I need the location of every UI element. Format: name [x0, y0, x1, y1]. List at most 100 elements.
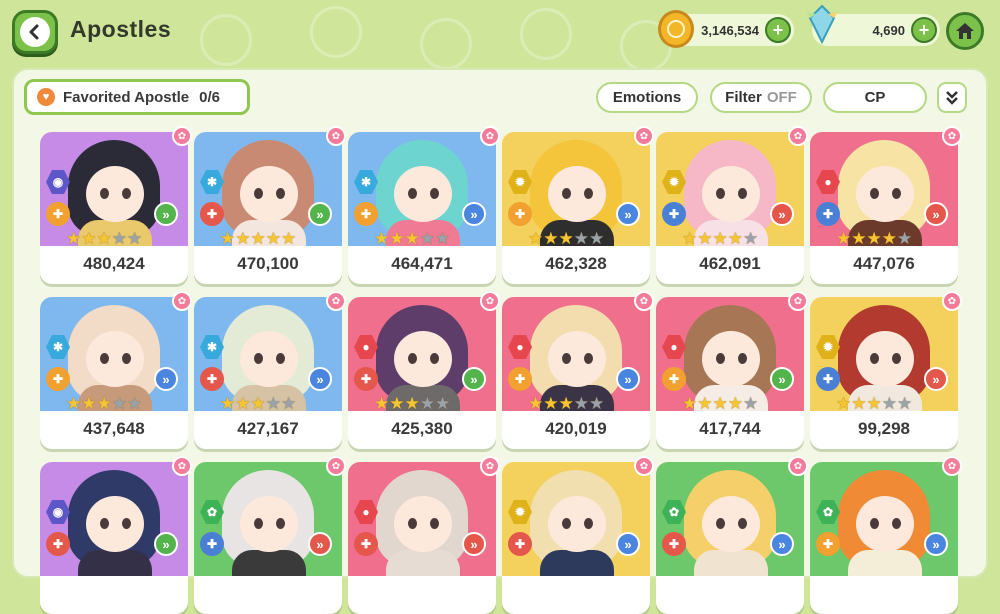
- position-icon: »: [154, 367, 178, 391]
- favorite-flower-icon[interactable]: ✿: [326, 456, 346, 476]
- class-icon: ✚: [816, 367, 840, 391]
- apostle-card[interactable]: ✱ ✚» ✿ ★ ★ ★ ★ ★ 464,471: [348, 126, 500, 284]
- favorited-apostle-button[interactable]: ♥ Favorited Apostle 0/6: [24, 79, 250, 115]
- favorite-flower-icon[interactable]: ✿: [326, 291, 346, 311]
- star-empty-icon: ★: [281, 394, 297, 413]
- apostle-card[interactable]: ✱ ✚» ✿ ★ ★ ★ ★ ★ 437,648: [40, 291, 192, 449]
- apostle-card[interactable]: ✹ ✚» ✿ ★ ★ ★ ★ ★ 99,298: [810, 291, 962, 449]
- favorite-flower-icon[interactable]: ✿: [172, 456, 192, 476]
- home-icon: [956, 23, 974, 39]
- star-filled-icon: ★: [836, 229, 852, 248]
- class-icon: ✚: [354, 202, 378, 226]
- class-icon: ✚: [816, 532, 840, 556]
- star-filled-icon: ★: [528, 394, 544, 413]
- position-icon: »: [770, 202, 794, 226]
- star-filled-icon: ★: [558, 229, 574, 248]
- favorite-flower-icon[interactable]: ✿: [788, 126, 808, 146]
- class-icon: ✚: [662, 202, 686, 226]
- crystal-currency: 4,690 +: [806, 4, 940, 46]
- class-icon: ✚: [46, 532, 70, 556]
- sort-label: CP: [864, 89, 886, 106]
- sort-cp-button[interactable]: CP: [823, 82, 927, 113]
- home-button[interactable]: [946, 12, 984, 50]
- favorite-flower-icon[interactable]: ✿: [942, 456, 962, 476]
- apostle-card[interactable]: ✹ ✚» ✿: [502, 456, 654, 614]
- apostle-card[interactable]: ✿ ✚» ✿: [810, 456, 962, 614]
- apostle-card[interactable]: ◉ ✚» ✿: [40, 456, 192, 614]
- add-gold-button[interactable]: +: [765, 17, 791, 43]
- position-icon: »: [770, 367, 794, 391]
- star-rating: ★ ★ ★ ★ ★: [528, 395, 604, 412]
- favorite-flower-icon[interactable]: ✿: [942, 126, 962, 146]
- filter-button[interactable]: Filter OFF: [710, 82, 812, 113]
- apostle-card[interactable]: ✱ ✚» ✿ ★ ★ ★ ★ ★ 470,100: [194, 126, 346, 284]
- favorite-flower-icon[interactable]: ✿: [172, 291, 192, 311]
- apostle-card[interactable]: ● ✚» ✿: [348, 456, 500, 614]
- star-filled-icon: ★: [66, 229, 82, 248]
- apostle-card[interactable]: ◉ ✚» ✿ ★ ★ ★ ★ ★ 480,424: [40, 126, 192, 284]
- favorite-flower-icon[interactable]: ✿: [326, 126, 346, 146]
- star-empty-icon: ★: [435, 394, 451, 413]
- back-arrow-icon: [20, 17, 50, 47]
- favorite-flower-icon[interactable]: ✿: [634, 291, 654, 311]
- combat-power: [194, 576, 342, 614]
- favorite-flower-icon[interactable]: ✿: [480, 291, 500, 311]
- star-empty-icon: ★: [743, 394, 759, 413]
- class-icon: ✚: [508, 367, 532, 391]
- apostle-card[interactable]: ● ✚» ✿ ★ ★ ★ ★ ★ 425,380: [348, 291, 500, 449]
- star-filled-icon: ★: [81, 229, 97, 248]
- star-filled-icon: ★: [235, 394, 251, 413]
- position-icon: »: [770, 532, 794, 556]
- star-filled-icon: ★: [96, 229, 112, 248]
- star-empty-icon: ★: [419, 229, 435, 248]
- apostle-card[interactable]: ✱ ✚» ✿ ★ ★ ★ ★ ★ 427,167: [194, 291, 346, 449]
- gold-amount: 3,146,534: [701, 22, 759, 38]
- combat-power: 99,298: [858, 419, 910, 438]
- star-empty-icon: ★: [743, 229, 759, 248]
- apostle-card[interactable]: ● ✚» ✿ ★ ★ ★ ★ ★ 420,019: [502, 291, 654, 449]
- star-filled-icon: ★: [851, 229, 867, 248]
- star-filled-icon: ★: [235, 229, 251, 248]
- class-icon: ✚: [508, 202, 532, 226]
- crystal-icon: [806, 4, 838, 44]
- add-crystal-button[interactable]: +: [911, 17, 937, 43]
- star-empty-icon: ★: [127, 394, 143, 413]
- favorited-apostle-label: Favorited Apostle: [63, 88, 190, 106]
- emotions-button[interactable]: Emotions: [596, 82, 698, 113]
- expand-button[interactable]: [937, 82, 967, 113]
- position-icon: »: [462, 202, 486, 226]
- favorite-flower-icon[interactable]: ✿: [634, 126, 654, 146]
- favorite-flower-icon[interactable]: ✿: [788, 456, 808, 476]
- combat-power: 480,424: [83, 254, 145, 273]
- star-filled-icon: ★: [528, 229, 544, 248]
- apostle-card[interactable]: ✿ ✚» ✿: [656, 456, 808, 614]
- star-filled-icon: ★: [404, 394, 420, 413]
- star-empty-icon: ★: [573, 394, 589, 413]
- class-icon: ✚: [200, 532, 224, 556]
- favorite-flower-icon[interactable]: ✿: [788, 291, 808, 311]
- favorite-flower-icon[interactable]: ✿: [480, 456, 500, 476]
- star-filled-icon: ★: [281, 229, 297, 248]
- favorite-flower-icon[interactable]: ✿: [942, 291, 962, 311]
- combat-power: 464,471: [391, 254, 453, 273]
- class-icon: ✚: [662, 532, 686, 556]
- apostle-card[interactable]: ● ✚» ✿ ★ ★ ★ ★ ★ 417,744: [656, 291, 808, 449]
- position-icon: »: [308, 367, 332, 391]
- apostle-card[interactable]: ✹ ✚» ✿ ★ ★ ★ ★ ★ 462,091: [656, 126, 808, 284]
- star-empty-icon: ★: [589, 394, 605, 413]
- back-button[interactable]: [12, 10, 58, 54]
- filter-state: OFF: [766, 89, 797, 106]
- gold-coin-icon: [658, 10, 694, 48]
- apostle-card[interactable]: ● ✚» ✿ ★ ★ ★ ★ ★ 447,076: [810, 126, 962, 284]
- page-title: Apostles: [70, 16, 172, 42]
- apostle-card[interactable]: ✹ ✚» ✿ ★ ★ ★ ★ ★ 462,328: [502, 126, 654, 284]
- class-icon: ✚: [200, 367, 224, 391]
- star-filled-icon: ★: [265, 229, 281, 248]
- favorite-flower-icon[interactable]: ✿: [172, 126, 192, 146]
- star-empty-icon: ★: [111, 394, 127, 413]
- combat-power: [502, 576, 650, 614]
- favorite-flower-icon[interactable]: ✿: [634, 456, 654, 476]
- class-icon: ✚: [508, 532, 532, 556]
- apostle-card[interactable]: ✿ ✚» ✿: [194, 456, 346, 614]
- favorite-flower-icon[interactable]: ✿: [480, 126, 500, 146]
